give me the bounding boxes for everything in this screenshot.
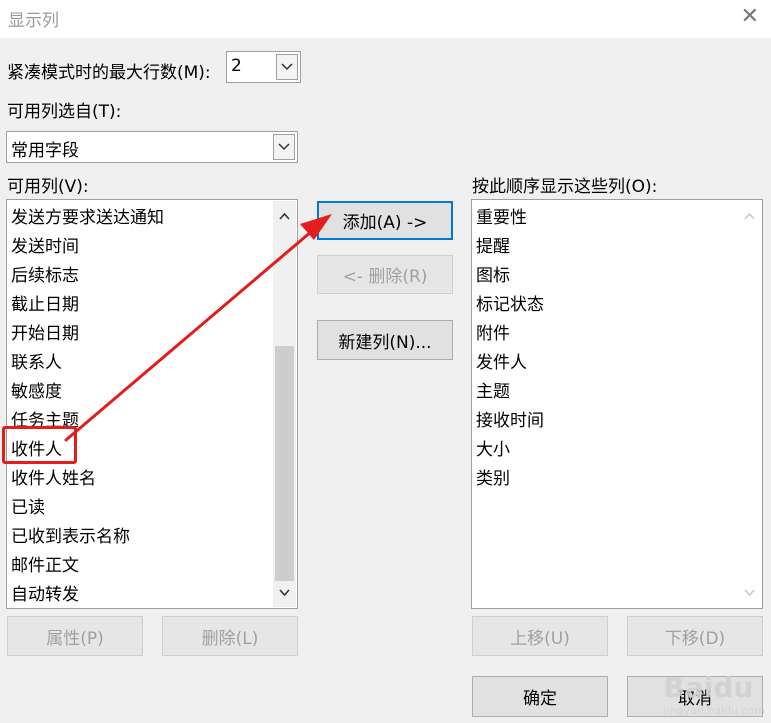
available-scrollbar[interactable] (273, 201, 296, 607)
scroll-up-icon[interactable] (273, 204, 296, 228)
list-item[interactable]: 重要性 (476, 206, 527, 230)
scroll-up-icon[interactable] (738, 204, 761, 228)
watermark-subtext: jingyan.baidu.com (663, 704, 765, 717)
add-button[interactable]: 添加(A) -> (317, 201, 453, 240)
remove-button[interactable]: <- 删除(R) (317, 255, 453, 294)
list-item[interactable]: 图标 (476, 264, 510, 288)
list-item[interactable]: 标记状态 (476, 293, 544, 317)
list-item[interactable]: 敏感度 (11, 380, 62, 404)
source-value: 常用字段 (11, 141, 79, 161)
scroll-thumb[interactable] (275, 346, 294, 581)
list-item[interactable]: 发送方要求送达通知 (11, 206, 164, 230)
shown-scrollbar[interactable] (738, 201, 761, 607)
list-item[interactable]: 联系人 (11, 351, 62, 375)
max-rows-value: 2 (231, 56, 242, 76)
properties-button[interactable]: 属性(P) (7, 616, 143, 656)
list-item[interactable]: 后续标志 (11, 264, 79, 288)
source-select[interactable]: 常用字段 (6, 131, 298, 163)
list-item[interactable]: 已读 (11, 496, 45, 520)
list-item[interactable]: 发送时间 (11, 235, 79, 259)
shown-list[interactable]: 重要性 提醒 图标 标记状态 附件 发件人 主题 接收时间 大小 类别 (471, 199, 763, 609)
list-item[interactable]: 已收到表示名称 (11, 525, 130, 549)
ok-button[interactable]: 确定 (472, 676, 608, 717)
list-item[interactable]: 接收时间 (476, 409, 544, 433)
list-item[interactable]: 类别 (476, 467, 510, 491)
title-bar (0, 0, 771, 38)
available-label: 可用列(V): (7, 177, 89, 197)
list-item[interactable]: 截止日期 (11, 293, 79, 317)
list-item[interactable]: 提醒 (476, 235, 510, 259)
scroll-down-icon[interactable] (738, 580, 761, 604)
list-item[interactable]: 发件人 (476, 351, 527, 375)
window-title: 显示列 (8, 11, 59, 31)
new-column-button[interactable]: 新建列(N)... (317, 320, 453, 360)
scroll-down-icon[interactable] (273, 580, 296, 604)
max-rows-select[interactable]: 2 (226, 51, 301, 83)
move-up-button[interactable]: 上移(U) (472, 616, 608, 656)
max-rows-label: 紧凑模式时的最大行数(M): (7, 63, 211, 83)
close-icon[interactable]: ✕ (741, 4, 759, 29)
list-item[interactable]: 自动转发 (11, 583, 79, 607)
delete-button[interactable]: 删除(L) (162, 616, 298, 656)
chevron-down-icon[interactable] (273, 134, 295, 160)
watermark-text: Baidu (663, 671, 754, 704)
list-item[interactable]: 开始日期 (11, 322, 79, 346)
list-item[interactable]: 大小 (476, 438, 510, 462)
shown-label: 按此顺序显示这些列(O): (472, 177, 658, 197)
source-label: 可用列选自(T): (7, 102, 122, 122)
baidu-watermark-logo: Baidu jingyan.baidu.com (663, 671, 765, 717)
chevron-down-icon[interactable] (276, 54, 298, 80)
available-list[interactable]: 发送方要求送达通知 发送时间 后续标志 截止日期 开始日期 联系人 敏感度 任务… (6, 199, 298, 609)
annotation-highlight-box (2, 426, 77, 464)
list-item[interactable]: 附件 (476, 322, 510, 346)
list-item[interactable]: 邮件正文 (11, 554, 79, 578)
list-item[interactable]: 收件人姓名 (11, 467, 96, 491)
move-down-button[interactable]: 下移(D) (627, 616, 763, 656)
list-item[interactable]: 主题 (476, 380, 510, 404)
